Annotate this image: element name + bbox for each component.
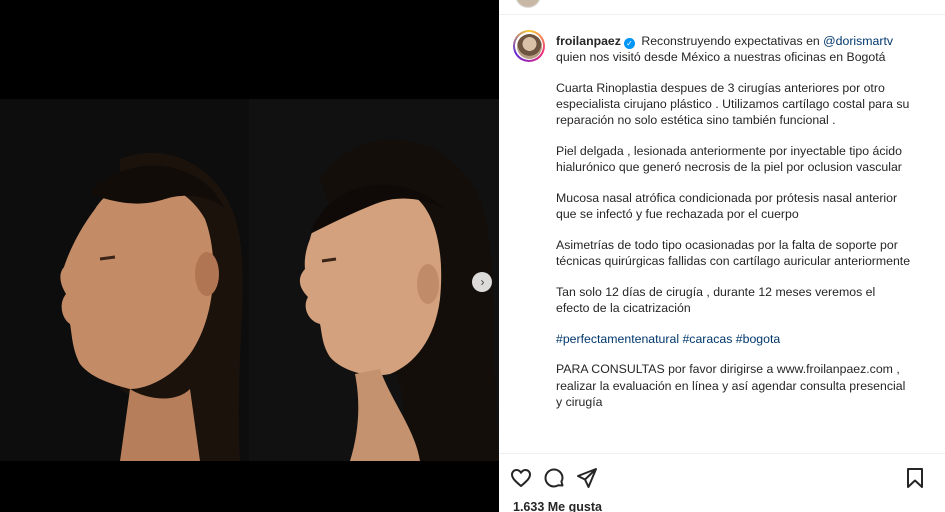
caption-paragraph-1-rest: quien nos visitó desde México a nuestras… xyxy=(556,50,886,65)
post-media: › xyxy=(0,0,499,512)
caption-paragraph-4: Mucosa nasal atrófica condicionada por p… xyxy=(556,190,898,222)
post-sidebar: froilanpaez ✓ Reconstruyendo expectativas… xyxy=(499,0,945,512)
author-avatar[interactable] xyxy=(513,30,545,62)
after-profile-photo xyxy=(250,99,499,461)
bookmark-icon[interactable] xyxy=(903,466,927,490)
caption-paragraph-5: Asimetrías de todo tipo ocasionadas por … xyxy=(556,237,911,269)
author-username[interactable]: froilanpaez xyxy=(556,34,621,48)
caption-paragraph-8: PARA CONSULTAS por favor dirigirse a www… xyxy=(556,362,906,409)
post-photo xyxy=(0,99,499,461)
chevron-right-icon: › xyxy=(480,275,485,289)
caption-paragraph-6: Tan solo 12 días de cirugía , durante 12… xyxy=(556,284,876,315)
before-profile-photo xyxy=(0,99,249,461)
avatar-image xyxy=(516,33,542,59)
caption-paragraph-1: Reconstruyendo expectativas en xyxy=(637,34,824,48)
next-slide-button[interactable]: › xyxy=(472,272,492,292)
caption-paragraph-2: Cuarta Rinoplastia despues de 3 cirugías… xyxy=(556,80,910,128)
comment-icon[interactable] xyxy=(542,466,566,490)
share-icon[interactable] xyxy=(575,466,599,490)
divider xyxy=(499,14,945,15)
mention-link[interactable]: @dorismartv xyxy=(823,34,893,48)
action-bar xyxy=(509,466,935,490)
caption-text: froilanpaez ✓ Reconstruyendo expectativas… xyxy=(556,33,912,424)
caption-paragraph-3: Piel delgada , lesionada anteriormente p… xyxy=(556,144,902,175)
verified-badge-icon: ✓ xyxy=(623,38,635,49)
commenter-avatar[interactable] xyxy=(515,0,541,8)
heart-icon[interactable] xyxy=(509,466,533,490)
hashtags-link[interactable]: #perfectamentenatural #caracas #bogota xyxy=(556,331,912,347)
divider xyxy=(499,453,945,454)
likes-count[interactable]: 1.633 Me gusta xyxy=(513,500,602,512)
